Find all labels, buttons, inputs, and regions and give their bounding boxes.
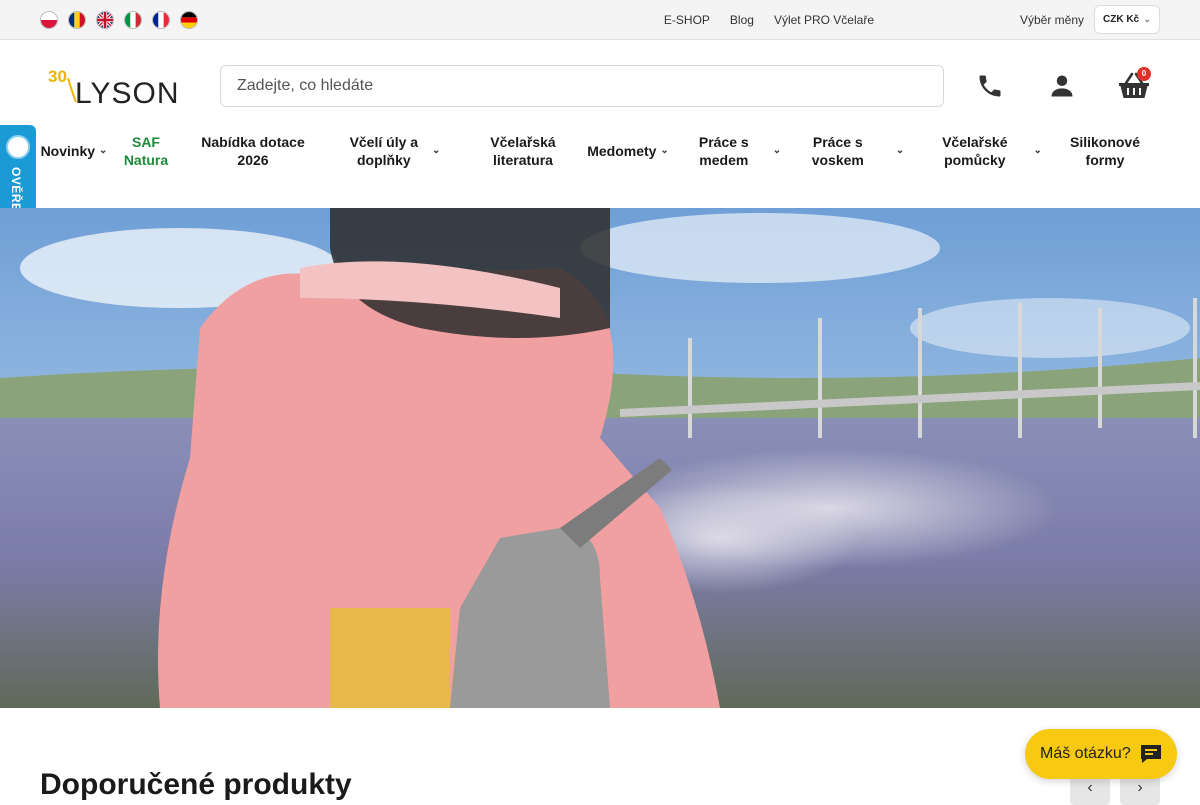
nav-item-vceli-uly[interactable]: Včelí úly a doplňky ⌄ (330, 124, 460, 178)
chat-label: Máš otázku? (1040, 745, 1131, 762)
chevron-down-icon: ⌄ (99, 145, 108, 156)
currency-value: CZK Kč (1103, 14, 1140, 25)
phone-icon (979, 75, 1001, 97)
chat-button[interactable]: Máš otázku? (1025, 729, 1177, 779)
verified-seal-icon (6, 135, 30, 159)
nav-label: Včelí úly a (349, 134, 419, 150)
hero-banner-image[interactable] (0, 208, 1200, 708)
search-input[interactable] (220, 65, 944, 107)
account-button[interactable] (1046, 70, 1078, 102)
nav-label: SAF (131, 134, 160, 150)
nav-label-line2: voskem (811, 152, 864, 168)
eshop-link[interactable]: E-SHOP (664, 13, 710, 27)
nav-item-prace-s-medem[interactable]: Práce s medem ⌄ (690, 124, 790, 178)
chat-bubble-icon (1141, 745, 1161, 763)
phone-button[interactable] (974, 70, 1006, 102)
section-title: Doporučené produkty (40, 768, 352, 801)
flag-germany-icon[interactable] (180, 11, 198, 29)
cart-count-badge: 0 (1137, 67, 1151, 81)
carousel-prev-button[interactable]: ‹ (1070, 775, 1110, 805)
nav-item-dotace[interactable]: Nabídka dotace 2026 (188, 124, 318, 178)
nav-item-prace-s-voskem[interactable]: Práce s voskem ⌄ (808, 124, 908, 178)
chevron-down-icon: ⌄ (895, 145, 905, 156)
nav-label-line2: pomůcky (944, 152, 1006, 168)
nav-item-medomety[interactable]: Medomety ⌄ (582, 124, 674, 178)
chevron-right-icon: › (1137, 779, 1143, 796)
chevron-down-icon: ⌄ (660, 145, 669, 156)
nav-label: Novinky (40, 143, 96, 159)
nav-label-line2: formy (1085, 152, 1125, 168)
lyson-logo[interactable]: 30 LYSON (48, 68, 194, 106)
chevron-down-icon: ⌄ (1033, 145, 1042, 156)
nav-item-saf-natura[interactable]: SAF Natura (112, 124, 180, 178)
nav-item-literatura[interactable]: Včelařská literatura (476, 124, 570, 178)
nav-label-line2: Natura (123, 152, 169, 168)
nav-label: Práce s (698, 134, 749, 150)
nav-label: Silikonové (1069, 134, 1141, 150)
nav-item-pomucky[interactable]: Včelařské pomůcky ⌄ (934, 124, 1050, 178)
flag-poland-icon[interactable] (40, 11, 58, 29)
nav-label-line2: literatura (493, 152, 553, 168)
nav-label: Nabídka dotace (201, 134, 305, 150)
nav-item-silikonove-formy[interactable]: Silikonové formy (1062, 124, 1148, 178)
nav-item-novinky[interactable]: Novinky ⌄ (38, 124, 110, 178)
language-switcher (40, 11, 198, 29)
nav-label: Práce s (812, 134, 863, 150)
trip-link[interactable]: Výlet PRO Včelaře (774, 13, 874, 27)
flag-italy-icon[interactable] (124, 11, 142, 29)
nav-label-line2: 2026 (237, 152, 269, 168)
flag-france-icon[interactable] (152, 11, 170, 29)
logo-name: LYSON (75, 77, 179, 106)
blog-link[interactable]: Blog (730, 13, 754, 27)
logo-number: 30 (48, 68, 67, 86)
nav-label-line2: doplňky (356, 152, 411, 168)
main-nav: Novinky ⌄ SAF Natura Nabídka dotace 2026 Vč… (0, 124, 1200, 208)
nav-label: Včelařská (490, 134, 556, 150)
chevron-down-icon: ⌄ (432, 145, 441, 156)
chevron-left-icon: ‹ (1087, 779, 1093, 796)
top-links: E-SHOP Blog Výlet PRO Včelaře (664, 0, 874, 40)
flag-romania-icon[interactable] (68, 11, 86, 29)
top-bar: E-SHOP Blog Výlet PRO Včelaře Výběr měny… (0, 0, 1200, 40)
currency-label: Výběr měny (1020, 13, 1085, 27)
user-icon (1051, 75, 1073, 97)
carousel-next-button[interactable]: › (1120, 775, 1160, 805)
nav-label: Medomety (587, 143, 657, 159)
chevron-down-icon: ⌄ (772, 145, 782, 156)
flag-uk-icon[interactable] (96, 11, 114, 29)
nav-label-line2: medem (699, 152, 749, 168)
chevron-down-icon: ⌄ (1143, 14, 1151, 24)
currency-select[interactable]: CZK Kč ⌄ (1094, 5, 1160, 34)
nav-label: Včelařské (942, 134, 1008, 150)
